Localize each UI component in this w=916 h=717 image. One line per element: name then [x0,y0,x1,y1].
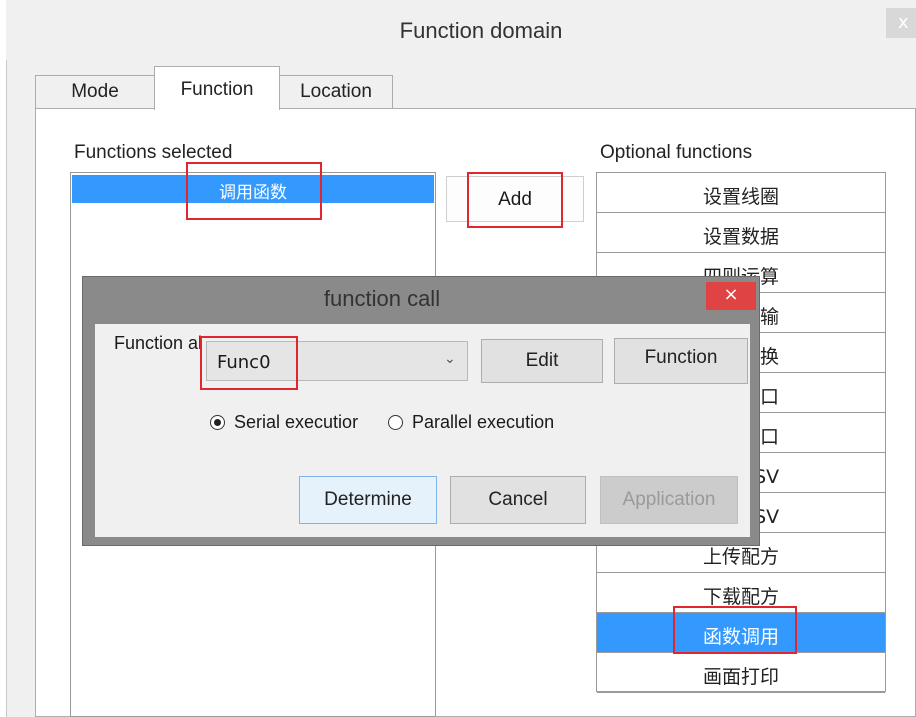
dialog-close-button[interactable]: × [706,282,756,310]
highlight-box [186,162,322,220]
cancel-button[interactable]: Cancel [450,476,586,524]
window-title: Function domain [399,18,563,43]
function-label: Function al [114,333,203,353]
highlight-box [200,336,298,390]
chevron-down-icon[interactable]: ⌄ [444,351,456,367]
functions-selected-label: Functions selected [74,142,233,163]
tab-location[interactable]: Location [279,75,393,109]
edit-button[interactable]: Edit [481,339,603,383]
determine-button[interactable]: Determine [299,476,437,524]
highlight-box [673,606,797,654]
serial-execution-radio[interactable]: Serial executior [210,412,358,433]
optional-functions-label: Optional functions [600,142,753,163]
radio-checked-icon [210,415,225,430]
application-button[interactable]: Application [600,476,738,524]
parallel-execution-radio[interactable]: Parallel execution [388,412,554,433]
list-item[interactable]: 设置线圈 [597,173,885,213]
parallel-execution-label: Parallel execution [412,412,555,432]
list-item[interactable]: 设置数据 [597,213,885,253]
function-button[interactable]: Function [614,338,748,384]
serial-execution-label: Serial executior [234,412,359,432]
dialog-title: function call [323,286,441,311]
window-close-button[interactable]: x [886,8,916,38]
radio-unchecked-icon [388,415,403,430]
tab-function[interactable]: Function [154,66,280,110]
highlight-box [467,172,563,228]
list-item[interactable]: 画面打印 [597,653,885,693]
tab-mode[interactable]: Mode [35,75,155,109]
